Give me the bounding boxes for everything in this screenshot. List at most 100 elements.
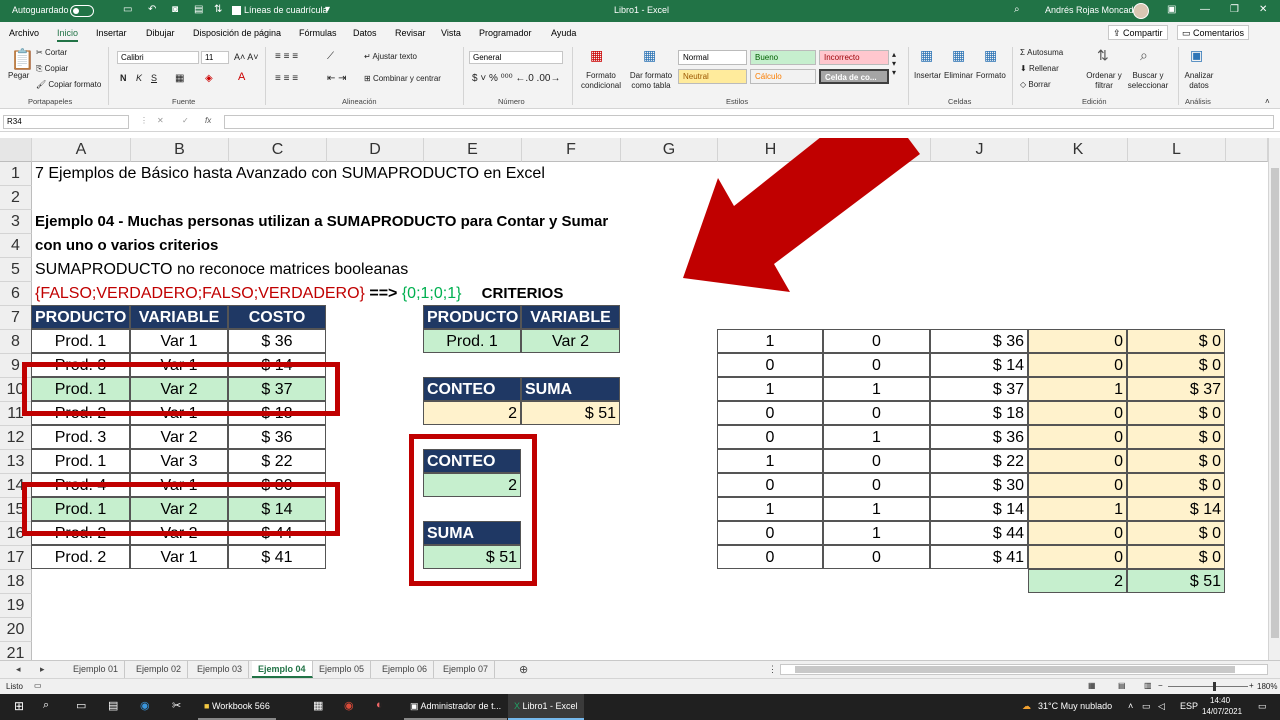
zoom-slider-thumb[interactable]: [1213, 682, 1216, 691]
taskbar-app-task-manager[interactable]: ▣ Administrador de t...: [404, 694, 508, 720]
app-icon[interactable]: ◐: [376, 699, 383, 711]
zoom-level[interactable]: 180%: [1257, 682, 1277, 691]
zoom-slider[interactable]: [1168, 686, 1248, 687]
style-bad[interactable]: Incorrecto: [819, 50, 889, 65]
paste-icon[interactable]: 📋: [10, 47, 35, 72]
minimize-icon[interactable]: —: [1200, 4, 1210, 15]
tab-vista[interactable]: Vista: [441, 28, 461, 38]
styles-scroll-icon[interactable]: ▴ ▾ ▾: [892, 50, 896, 77]
format-painter-button[interactable]: 🖌 Copiar formato: [36, 80, 101, 89]
tab-revisar[interactable]: Revisar: [395, 28, 426, 38]
format-cells-button[interactable]: Formato: [976, 71, 1006, 80]
language-indicator[interactable]: ESP: [1180, 701, 1198, 711]
font-size-select[interactable]: 11: [201, 51, 229, 64]
next-sheet-icon[interactable]: ▸: [34, 661, 51, 678]
notifications-icon[interactable]: ▭: [1258, 701, 1267, 712]
sheet-tab[interactable]: Ejemplo 06: [376, 661, 435, 678]
find-select-button[interactable]: Buscar y seleccionar: [1122, 71, 1174, 91]
search-icon[interactable]: ⌕: [43, 699, 49, 712]
taskbar-app-workbook[interactable]: ■ Workbook 566: [198, 694, 276, 720]
fill-button[interactable]: ⬇ Rellenar: [1020, 64, 1059, 73]
zoom-out-icon[interactable]: −: [1158, 681, 1163, 690]
wrap-text-button[interactable]: ↵ Ajustar texto: [364, 52, 417, 61]
network-icon[interactable]: ▭: [1142, 701, 1151, 712]
fill-color-icon[interactable]: ◈: [205, 73, 213, 84]
formula-input[interactable]: [224, 115, 1274, 129]
add-sheet-icon[interactable]: ⊕: [513, 660, 534, 677]
sheet-tab[interactable]: Ejemplo 01: [67, 661, 126, 678]
tab-datos[interactable]: Datos: [353, 28, 377, 38]
orientation-icon[interactable]: ⟋: [327, 51, 334, 62]
confirm-icon[interactable]: ✓: [182, 116, 189, 125]
sort-filter-button[interactable]: Ordenar y filtrar: [1084, 71, 1124, 91]
grow-font-button[interactable]: A˄ A˅: [234, 52, 259, 62]
form-icon[interactable]: ▤: [194, 4, 203, 15]
taskbar-app-excel[interactable]: X Libro1 - Excel: [508, 694, 584, 720]
chrome-icon[interactable]: ◉: [344, 699, 354, 712]
tab-insertar[interactable]: Insertar: [96, 28, 127, 38]
paste-button[interactable]: Pegar: [8, 71, 29, 80]
find-icon[interactable]: ⌕: [1140, 47, 1148, 64]
italic-button[interactable]: K: [136, 73, 142, 83]
conditional-format-icon[interactable]: ▦: [590, 47, 603, 64]
comments-button[interactable]: ▭ Comentarios: [1177, 25, 1250, 40]
clock-time[interactable]: 14:40: [1210, 696, 1230, 705]
tray-expand-icon[interactable]: ˄: [1128, 701, 1133, 711]
insert-cells-button[interactable]: Insertar: [914, 71, 941, 80]
restore-icon[interactable]: ❐: [1230, 4, 1239, 15]
cut-button[interactable]: ✂ Cortar: [36, 48, 67, 57]
accessibility-icon[interactable]: ▭: [34, 681, 42, 690]
number-format-select[interactable]: General: [469, 51, 563, 64]
delete-cells-icon[interactable]: ▦: [952, 47, 965, 64]
style-calc[interactable]: Cálculo: [750, 69, 816, 84]
insert-cells-icon[interactable]: ▦: [920, 47, 933, 64]
format-cells-icon[interactable]: ▦: [984, 47, 997, 64]
clear-button[interactable]: ◇ Borrar: [1020, 80, 1051, 89]
prev-sheet-icon[interactable]: ◂: [10, 661, 27, 678]
tab-ayuda[interactable]: Ayuda: [551, 28, 576, 38]
undo-icon[interactable]: ↶: [148, 4, 156, 15]
format-table-button[interactable]: Dar formato como tabla: [626, 71, 676, 91]
style-normal[interactable]: Normal: [678, 50, 747, 65]
page-break-icon[interactable]: ▥: [1144, 681, 1152, 690]
tab-programador[interactable]: Programador: [479, 28, 532, 38]
currency-icon[interactable]: $ ˅ % ⁰⁰⁰ ←.0 .00→: [472, 73, 560, 84]
insert-function-icon[interactable]: fx: [205, 116, 211, 125]
conditional-format-button[interactable]: Formato condicional: [576, 71, 626, 91]
tab-inicio[interactable]: Inicio: [57, 28, 79, 42]
indent-icon[interactable]: ⇤ ⇥: [327, 73, 347, 84]
volume-icon[interactable]: ◁: [1158, 701, 1165, 712]
zoom-in-icon[interactable]: +: [1249, 681, 1254, 690]
close-icon[interactable]: ✕: [1259, 4, 1267, 15]
weather-text[interactable]: 31°C Muy nublado: [1038, 701, 1112, 711]
worksheet-grid[interactable]: A B C D E F G H I J K L 1234567891011121…: [0, 138, 1280, 660]
sheet-tab[interactable]: Ejemplo 02: [130, 661, 189, 678]
analyze-data-button[interactable]: Analizar datos: [1182, 71, 1216, 91]
sort-icon[interactable]: ⇅: [214, 4, 222, 15]
cancel-icon[interactable]: ✕: [157, 116, 164, 125]
search-icon[interactable]: ⌕: [1014, 4, 1020, 15]
analyze-data-icon[interactable]: ▣: [1190, 47, 1203, 64]
edge-icon[interactable]: ◉: [140, 699, 150, 712]
customize-qat-icon[interactable]: ▾: [325, 4, 330, 15]
delete-cells-button[interactable]: Eliminar: [944, 71, 973, 80]
font-color-icon[interactable]: A: [238, 71, 245, 83]
align-top-icon[interactable]: ≡ ≡ ≡: [275, 51, 298, 62]
tab-formulas[interactable]: Fórmulas: [299, 28, 337, 38]
copy-button[interactable]: ⎘ Copiar: [36, 64, 68, 74]
share-button[interactable]: ⇪ Compartir: [1108, 25, 1168, 40]
bold-button[interactable]: N: [120, 73, 127, 83]
camera-icon[interactable]: ◙: [172, 4, 178, 15]
style-check-cell[interactable]: Celda de co...: [819, 69, 889, 84]
gridlines-checkbox[interactable]: [232, 6, 241, 15]
windows-start-icon[interactable]: ⊞: [14, 699, 24, 713]
autosum-button[interactable]: Σ Autosuma: [1020, 48, 1063, 57]
format-table-icon[interactable]: ▦: [643, 47, 656, 64]
vertical-scroll-thumb[interactable]: [1271, 168, 1279, 638]
underline-button[interactable]: S: [151, 73, 157, 83]
task-view-icon[interactable]: ▭: [76, 699, 86, 712]
sheet-tab[interactable]: Ejemplo 04: [252, 661, 313, 678]
vertical-scrollbar[interactable]: [1268, 138, 1280, 660]
calculator-icon[interactable]: ▦: [313, 699, 323, 712]
horizontal-scrollbar[interactable]: [780, 664, 1268, 675]
